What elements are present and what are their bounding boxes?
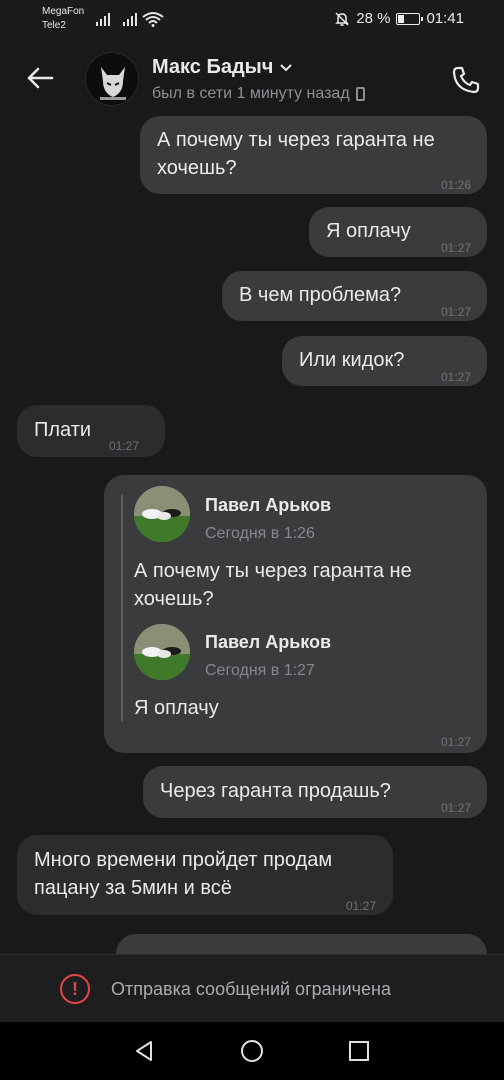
status-right: 28 % 01:41 <box>334 10 464 27</box>
message-text: Я оплачу <box>326 220 411 242</box>
message-text-line: пацану за 5мин и всё <box>34 877 232 899</box>
message-time: 01:27 <box>440 370 471 384</box>
contact-name-text: Макс Бадыч <box>152 56 274 78</box>
signal-icon <box>96 12 110 26</box>
forward-quote-bar <box>121 495 123 721</box>
message-text-line: А почему ты через гаранта не <box>157 129 435 151</box>
message-text-line: хочешь? <box>157 157 237 179</box>
forward-avatar-image <box>134 624 190 680</box>
mute-bell-icon <box>335 11 350 26</box>
message-text: Или кидок? <box>299 349 405 371</box>
message-time: 01:27 <box>440 241 471 255</box>
forward-sender-name: Павел Арьков <box>205 632 332 652</box>
message-time: 01:27 <box>109 439 140 453</box>
wifi-icon <box>142 12 164 27</box>
forward-date: Сегодня в 1:26 <box>205 525 315 542</box>
chevron-down-icon <box>280 63 293 71</box>
message-text-line: Много времени пройдет продам <box>34 849 333 871</box>
avatar-image <box>86 53 138 105</box>
message-outgoing[interactable]: Или кидок? 01:27 <box>282 336 487 386</box>
message-outgoing-partial[interactable] <box>116 934 487 954</box>
back-arrow-icon <box>27 67 54 89</box>
forward-text-line: хочешь? <box>134 588 214 610</box>
nav-back-icon <box>136 1041 152 1061</box>
mobile-icon <box>355 87 365 101</box>
call-button[interactable] <box>446 60 486 100</box>
forward-text: А почему ты через гаранта не хочешь? <box>134 557 412 613</box>
message-text: Плати <box>34 419 92 441</box>
warning-icon: ! <box>60 974 90 1004</box>
message-text: Много времени пройдет продам пацану за 5… <box>34 846 332 902</box>
nav-home-icon <box>241 1040 263 1062</box>
battery-fill <box>398 14 404 23</box>
message-list[interactable]: А почему ты через гаранта не хочешь? 01:… <box>0 116 504 954</box>
clock: 01:41 <box>426 10 464 27</box>
battery-percent: 28 % <box>356 10 391 27</box>
forward-avatar <box>134 624 190 680</box>
forward-avatar <box>134 486 190 542</box>
message-outgoing[interactable]: Я оплачу 01:27 <box>309 207 487 257</box>
chat-header: Макс Бадыч был в сети 1 минуту назад <box>0 40 504 116</box>
forward-avatar-image <box>134 486 190 542</box>
message-forwarded[interactable]: Павел Арьков Сегодня в 1:26 А почему ты … <box>104 475 487 753</box>
forward-text: Я оплачу <box>134 697 219 719</box>
phone-icon <box>452 66 480 94</box>
message-text: Через гаранта продашь? <box>160 780 391 802</box>
restriction-text: Отправка сообщений ограничена <box>111 979 391 999</box>
nav-home-button[interactable] <box>237 1036 267 1066</box>
message-outgoing[interactable]: Через гаранта продашь? 01:27 <box>143 766 487 818</box>
status-bar: MegaFon Tele2 28 % 01:41 <box>0 0 504 40</box>
message-time: 01:27 <box>440 801 471 815</box>
restriction-bar: ! Отправка сообщений ограничена <box>0 954 504 1022</box>
signal-icon-2 <box>123 12 137 26</box>
back-button[interactable] <box>20 60 60 96</box>
message-time: 01:27 <box>440 735 471 749</box>
system-nav-bar <box>0 1022 504 1080</box>
contact-status-text: был в сети 1 минуту назад <box>152 85 350 102</box>
message-incoming[interactable]: Плати 01:27 <box>17 405 165 457</box>
battery-icon <box>396 12 424 25</box>
message-text: В чем проблема? <box>239 284 402 306</box>
forward-date: Сегодня в 1:27 <box>205 662 315 679</box>
message-outgoing[interactable]: В чем проблема? 01:27 <box>222 271 487 321</box>
nav-recents-button[interactable] <box>344 1036 374 1066</box>
contact-status: был в сети 1 минуту назад <box>152 85 365 103</box>
message-time: 01:27 <box>345 899 376 913</box>
message-outgoing[interactable]: А почему ты через гаранта не хочешь? 01:… <box>140 116 487 194</box>
contact-name[interactable]: Макс Бадыч <box>152 56 293 79</box>
avatar[interactable] <box>85 52 139 106</box>
message-text: А почему ты через гаранта не хочешь? <box>157 126 435 182</box>
carrier-1: MegaFon <box>42 6 85 17</box>
message-time: 01:27 <box>440 305 471 319</box>
message-incoming[interactable]: Много времени пройдет продам пацану за 5… <box>17 835 393 915</box>
forward-sender-name: Павел Арьков <box>205 495 332 515</box>
nav-back-button[interactable] <box>129 1036 159 1066</box>
forward-text-line: А почему ты через гаранта не <box>134 560 412 582</box>
nav-recents-icon <box>349 1041 369 1061</box>
carrier-2: Tele2 <box>42 20 66 31</box>
message-time: 01:26 <box>440 178 471 192</box>
